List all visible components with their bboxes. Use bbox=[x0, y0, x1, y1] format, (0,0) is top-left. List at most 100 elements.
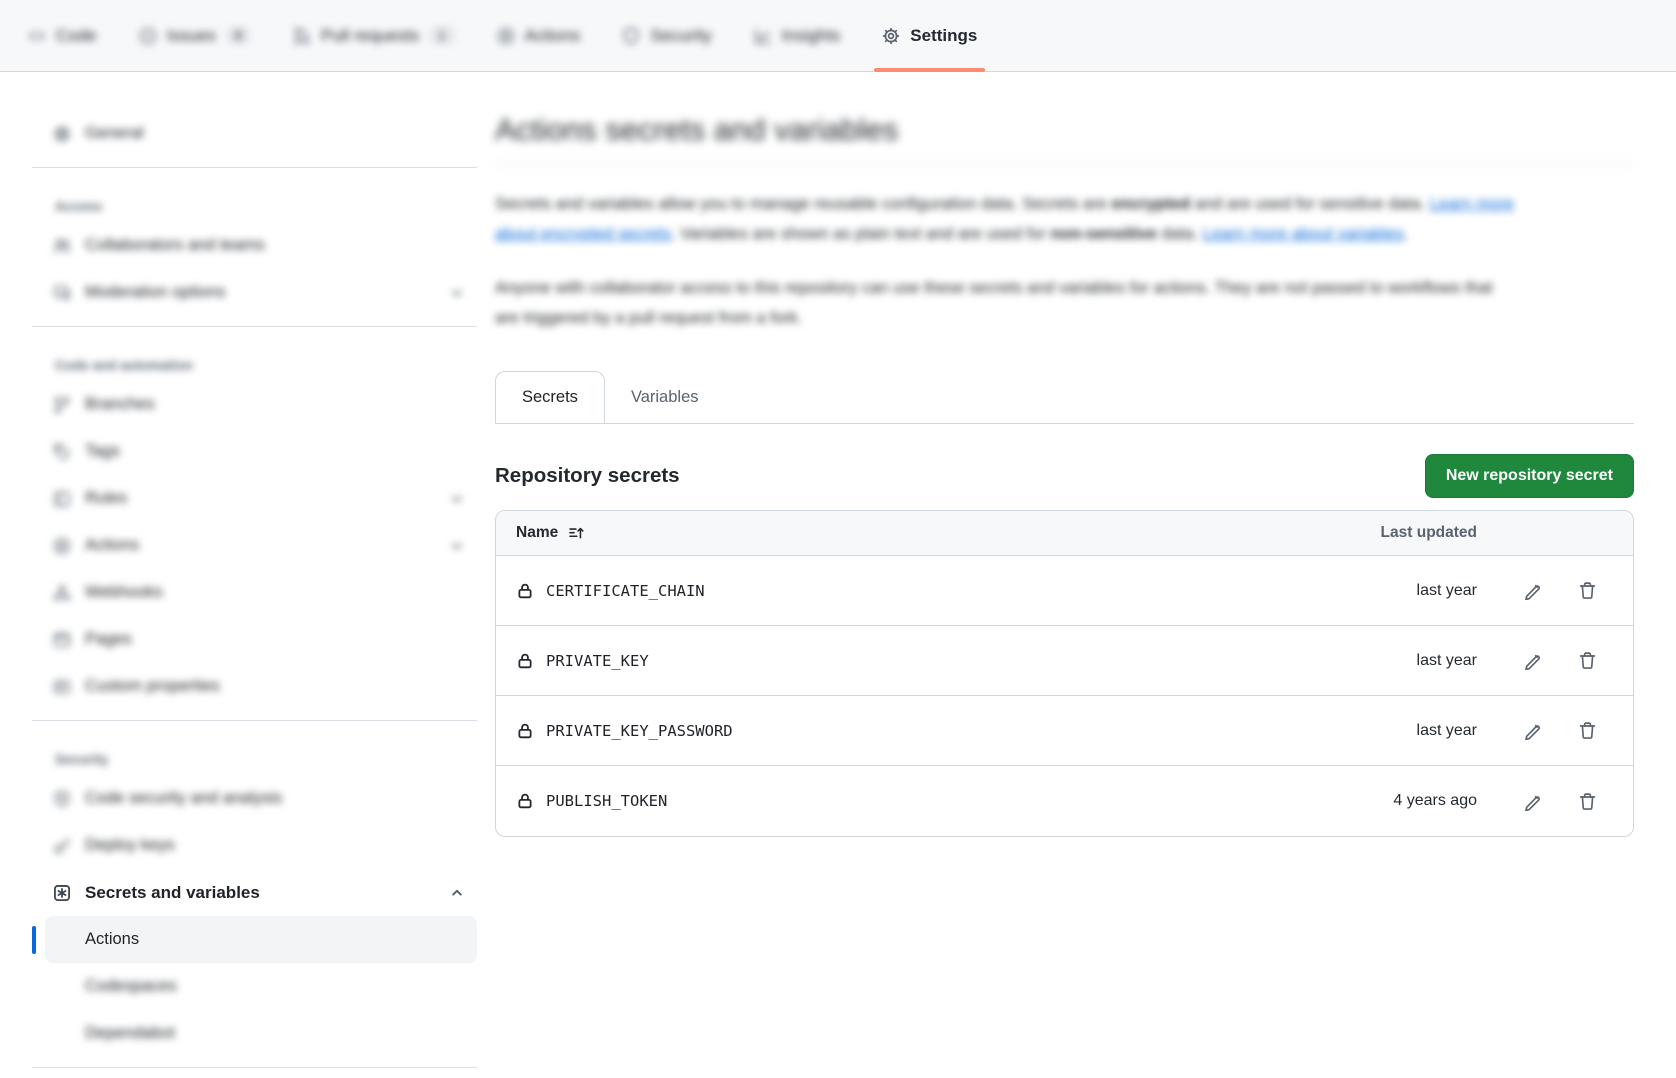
sidebar-item-label: Rules bbox=[85, 489, 127, 508]
edit-secret-button[interactable] bbox=[1523, 651, 1542, 670]
git-pull-request-icon bbox=[293, 27, 311, 45]
secrets-table-header: Name Last updated bbox=[496, 511, 1633, 556]
issue-opened-icon bbox=[139, 27, 157, 45]
sidebar-item-deploy-keys[interactable]: Deploy keys bbox=[32, 822, 477, 869]
settings-sidebar: General Access Collaborators and teams M… bbox=[0, 72, 477, 1078]
sidebar-item-actions[interactable]: Actions bbox=[32, 522, 477, 569]
tab-secrets[interactable]: Secrets bbox=[495, 371, 605, 423]
sidebar-item-label: Custom properties bbox=[85, 677, 220, 696]
sidebar-item-label: Webhooks bbox=[85, 583, 163, 602]
edit-secret-button[interactable] bbox=[1523, 721, 1542, 740]
sidebar-divider bbox=[32, 167, 477, 168]
secret-row-actions bbox=[1523, 581, 1597, 600]
secret-row-actions bbox=[1523, 651, 1597, 670]
delete-secret-button[interactable] bbox=[1578, 721, 1597, 740]
nav-tab-pull-requests[interactable]: Pull requests 1 bbox=[279, 12, 469, 60]
secret-name-cell: CERTIFICATE_CHAIN bbox=[516, 582, 1347, 600]
sidebar-item-custom-properties[interactable]: Custom properties bbox=[32, 663, 477, 710]
secret-name: PUBLISH_TOKEN bbox=[546, 792, 667, 810]
sidebar-subitem-dependabot[interactable]: Dependabot bbox=[32, 1010, 477, 1057]
sidebar-item-code-security[interactable]: Code security and analysis bbox=[32, 775, 477, 822]
secrets-variables-tabnav: Secrets Variables bbox=[495, 371, 1634, 424]
delete-secret-button[interactable] bbox=[1578, 581, 1597, 600]
sidebar-item-label: Moderation options bbox=[85, 283, 225, 302]
sidebar-divider bbox=[32, 326, 477, 327]
sidebar-item-collaborators[interactable]: Collaborators and teams bbox=[32, 222, 477, 269]
sidebar-item-label: Collaborators and teams bbox=[85, 236, 265, 255]
webhook-icon bbox=[53, 584, 71, 602]
sidebar-item-label: General bbox=[85, 124, 144, 143]
issues-count-badge: 8 bbox=[226, 26, 251, 45]
sidebar-item-webhooks[interactable]: Webhooks bbox=[32, 569, 477, 616]
chevron-down-icon bbox=[449, 285, 465, 301]
column-header-name[interactable]: Name bbox=[516, 524, 1347, 542]
shield-lock-icon bbox=[53, 790, 71, 808]
secret-name-cell: PRIVATE_KEY bbox=[516, 652, 1347, 670]
nav-tab-label: Settings bbox=[910, 26, 977, 46]
tag-icon bbox=[53, 443, 71, 461]
secret-row-actions bbox=[1523, 721, 1597, 740]
secret-row-actions bbox=[1523, 792, 1597, 811]
key-asterisk-icon bbox=[53, 884, 71, 902]
sort-ascending-icon bbox=[568, 525, 585, 542]
sidebar-item-tags[interactable]: Tags bbox=[32, 428, 477, 475]
nav-tab-insights[interactable]: Insights bbox=[740, 12, 855, 60]
nav-tab-actions[interactable]: Actions bbox=[483, 12, 595, 60]
browser-icon bbox=[53, 631, 71, 649]
learn-more-link[interactable]: Learn more about variables bbox=[1203, 225, 1404, 243]
edit-secret-button[interactable] bbox=[1523, 581, 1542, 600]
repository-secrets-header: Repository secrets New repository secret bbox=[495, 454, 1634, 498]
gear-icon bbox=[53, 125, 71, 143]
lock-icon bbox=[516, 652, 534, 670]
secret-row: CERTIFICATE_CHAIN last year bbox=[496, 556, 1633, 626]
new-repository-secret-button[interactable]: New repository secret bbox=[1425, 454, 1634, 498]
nav-tab-issues[interactable]: Issues 8 bbox=[125, 12, 265, 60]
sidebar-item-rules[interactable]: Rules bbox=[32, 475, 477, 522]
delete-secret-button[interactable] bbox=[1578, 792, 1597, 811]
sidebar-item-label: Codespaces bbox=[85, 977, 177, 996]
secret-name: PRIVATE_KEY bbox=[546, 652, 649, 670]
custom-properties-icon bbox=[53, 678, 71, 696]
edit-secret-button[interactable] bbox=[1523, 792, 1542, 811]
sidebar-item-pages[interactable]: Pages bbox=[32, 616, 477, 663]
key-icon bbox=[53, 837, 71, 855]
intro-paragraph-1: Secrets and variables allow you to manag… bbox=[495, 189, 1520, 249]
sidebar-item-secrets-and-variables[interactable]: Secrets and variables bbox=[32, 869, 477, 916]
secret-name-cell: PRIVATE_KEY_PASSWORD bbox=[516, 722, 1347, 740]
nav-tab-label: Pull requests bbox=[321, 26, 419, 46]
tab-variables[interactable]: Variables bbox=[605, 371, 725, 423]
secret-name: CERTIFICATE_CHAIN bbox=[546, 582, 705, 600]
nav-tab-label: Security bbox=[650, 26, 711, 46]
sidebar-item-branches[interactable]: Branches bbox=[32, 381, 477, 428]
people-icon bbox=[53, 237, 71, 255]
secret-name-cell: PUBLISH_TOKEN bbox=[516, 792, 1347, 810]
sidebar-subitem-codespaces[interactable]: Codespaces bbox=[32, 963, 477, 1010]
repository-secrets-title: Repository secrets bbox=[495, 464, 680, 488]
intro-paragraph-2: Anyone with collaborator access to this … bbox=[495, 273, 1520, 333]
chevron-down-icon bbox=[449, 538, 465, 554]
sidebar-item-general[interactable]: General bbox=[32, 110, 477, 157]
sidebar-item-label: Actions bbox=[85, 930, 139, 949]
main-content: Actions secrets and variables Secrets an… bbox=[477, 72, 1676, 1078]
nav-tab-settings[interactable]: Settings bbox=[868, 12, 991, 60]
delete-secret-button[interactable] bbox=[1578, 651, 1597, 670]
nav-tab-security[interactable]: Security bbox=[608, 12, 725, 60]
sidebar-section-code-automation: Code and automation bbox=[32, 337, 477, 381]
sidebar-item-label: Deploy keys bbox=[85, 836, 175, 855]
sidebar-item-moderation-options[interactable]: Moderation options bbox=[32, 269, 477, 316]
nav-tab-label: Issues bbox=[167, 26, 216, 46]
sidebar-subitem-actions[interactable]: Actions bbox=[45, 916, 477, 963]
play-circle-icon bbox=[53, 537, 71, 555]
lock-icon bbox=[516, 582, 534, 600]
column-header-last-updated: Last updated bbox=[1347, 524, 1477, 542]
sidebar-item-label: Actions bbox=[85, 536, 139, 555]
secret-row: PRIVATE_KEY last year bbox=[496, 626, 1633, 696]
secrets-table: Name Last updated CERTIFICATE_CHAIN last… bbox=[495, 510, 1634, 837]
sidebar-item-label: Code security and analysis bbox=[85, 789, 282, 808]
nav-tab-code[interactable]: Code bbox=[14, 12, 111, 60]
sidebar-item-label: Pages bbox=[85, 630, 132, 649]
sidebar-item-label: Branches bbox=[85, 395, 155, 414]
secret-name: PRIVATE_KEY_PASSWORD bbox=[546, 722, 733, 740]
nav-tab-label: Code bbox=[56, 26, 97, 46]
sidebar-item-label: Secrets and variables bbox=[85, 883, 260, 903]
